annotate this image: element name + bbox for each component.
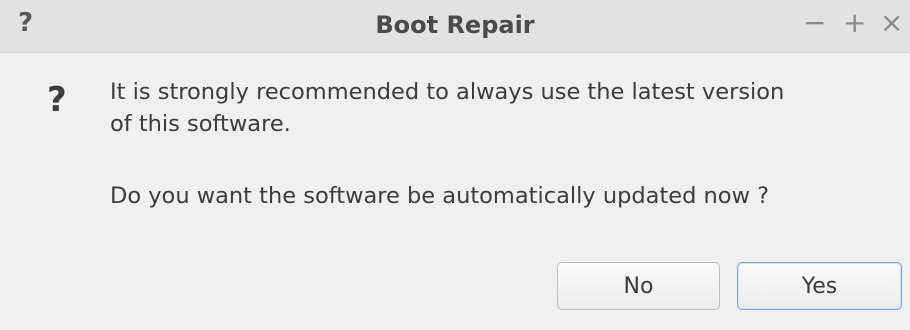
question-text: Do you want the software be automaticall… [110,183,770,209]
question-icon: ? [47,80,67,120]
message-line-1: It is strongly recommended to always use… [110,79,785,105]
close-icon[interactable]: × [880,8,903,38]
window-title: Boot Repair [375,11,535,39]
maximize-icon[interactable]: + [843,8,866,38]
boot-repair-dialog: ? Boot Repair − + × ? It is strongly rec… [0,0,910,330]
minimize-icon[interactable]: − [803,8,826,38]
message-line-2: of this software. [110,111,291,137]
no-button[interactable]: No [557,262,720,310]
title-bar[interactable]: ? Boot Repair − + × [0,0,910,53]
yes-button[interactable]: Yes [737,262,902,310]
